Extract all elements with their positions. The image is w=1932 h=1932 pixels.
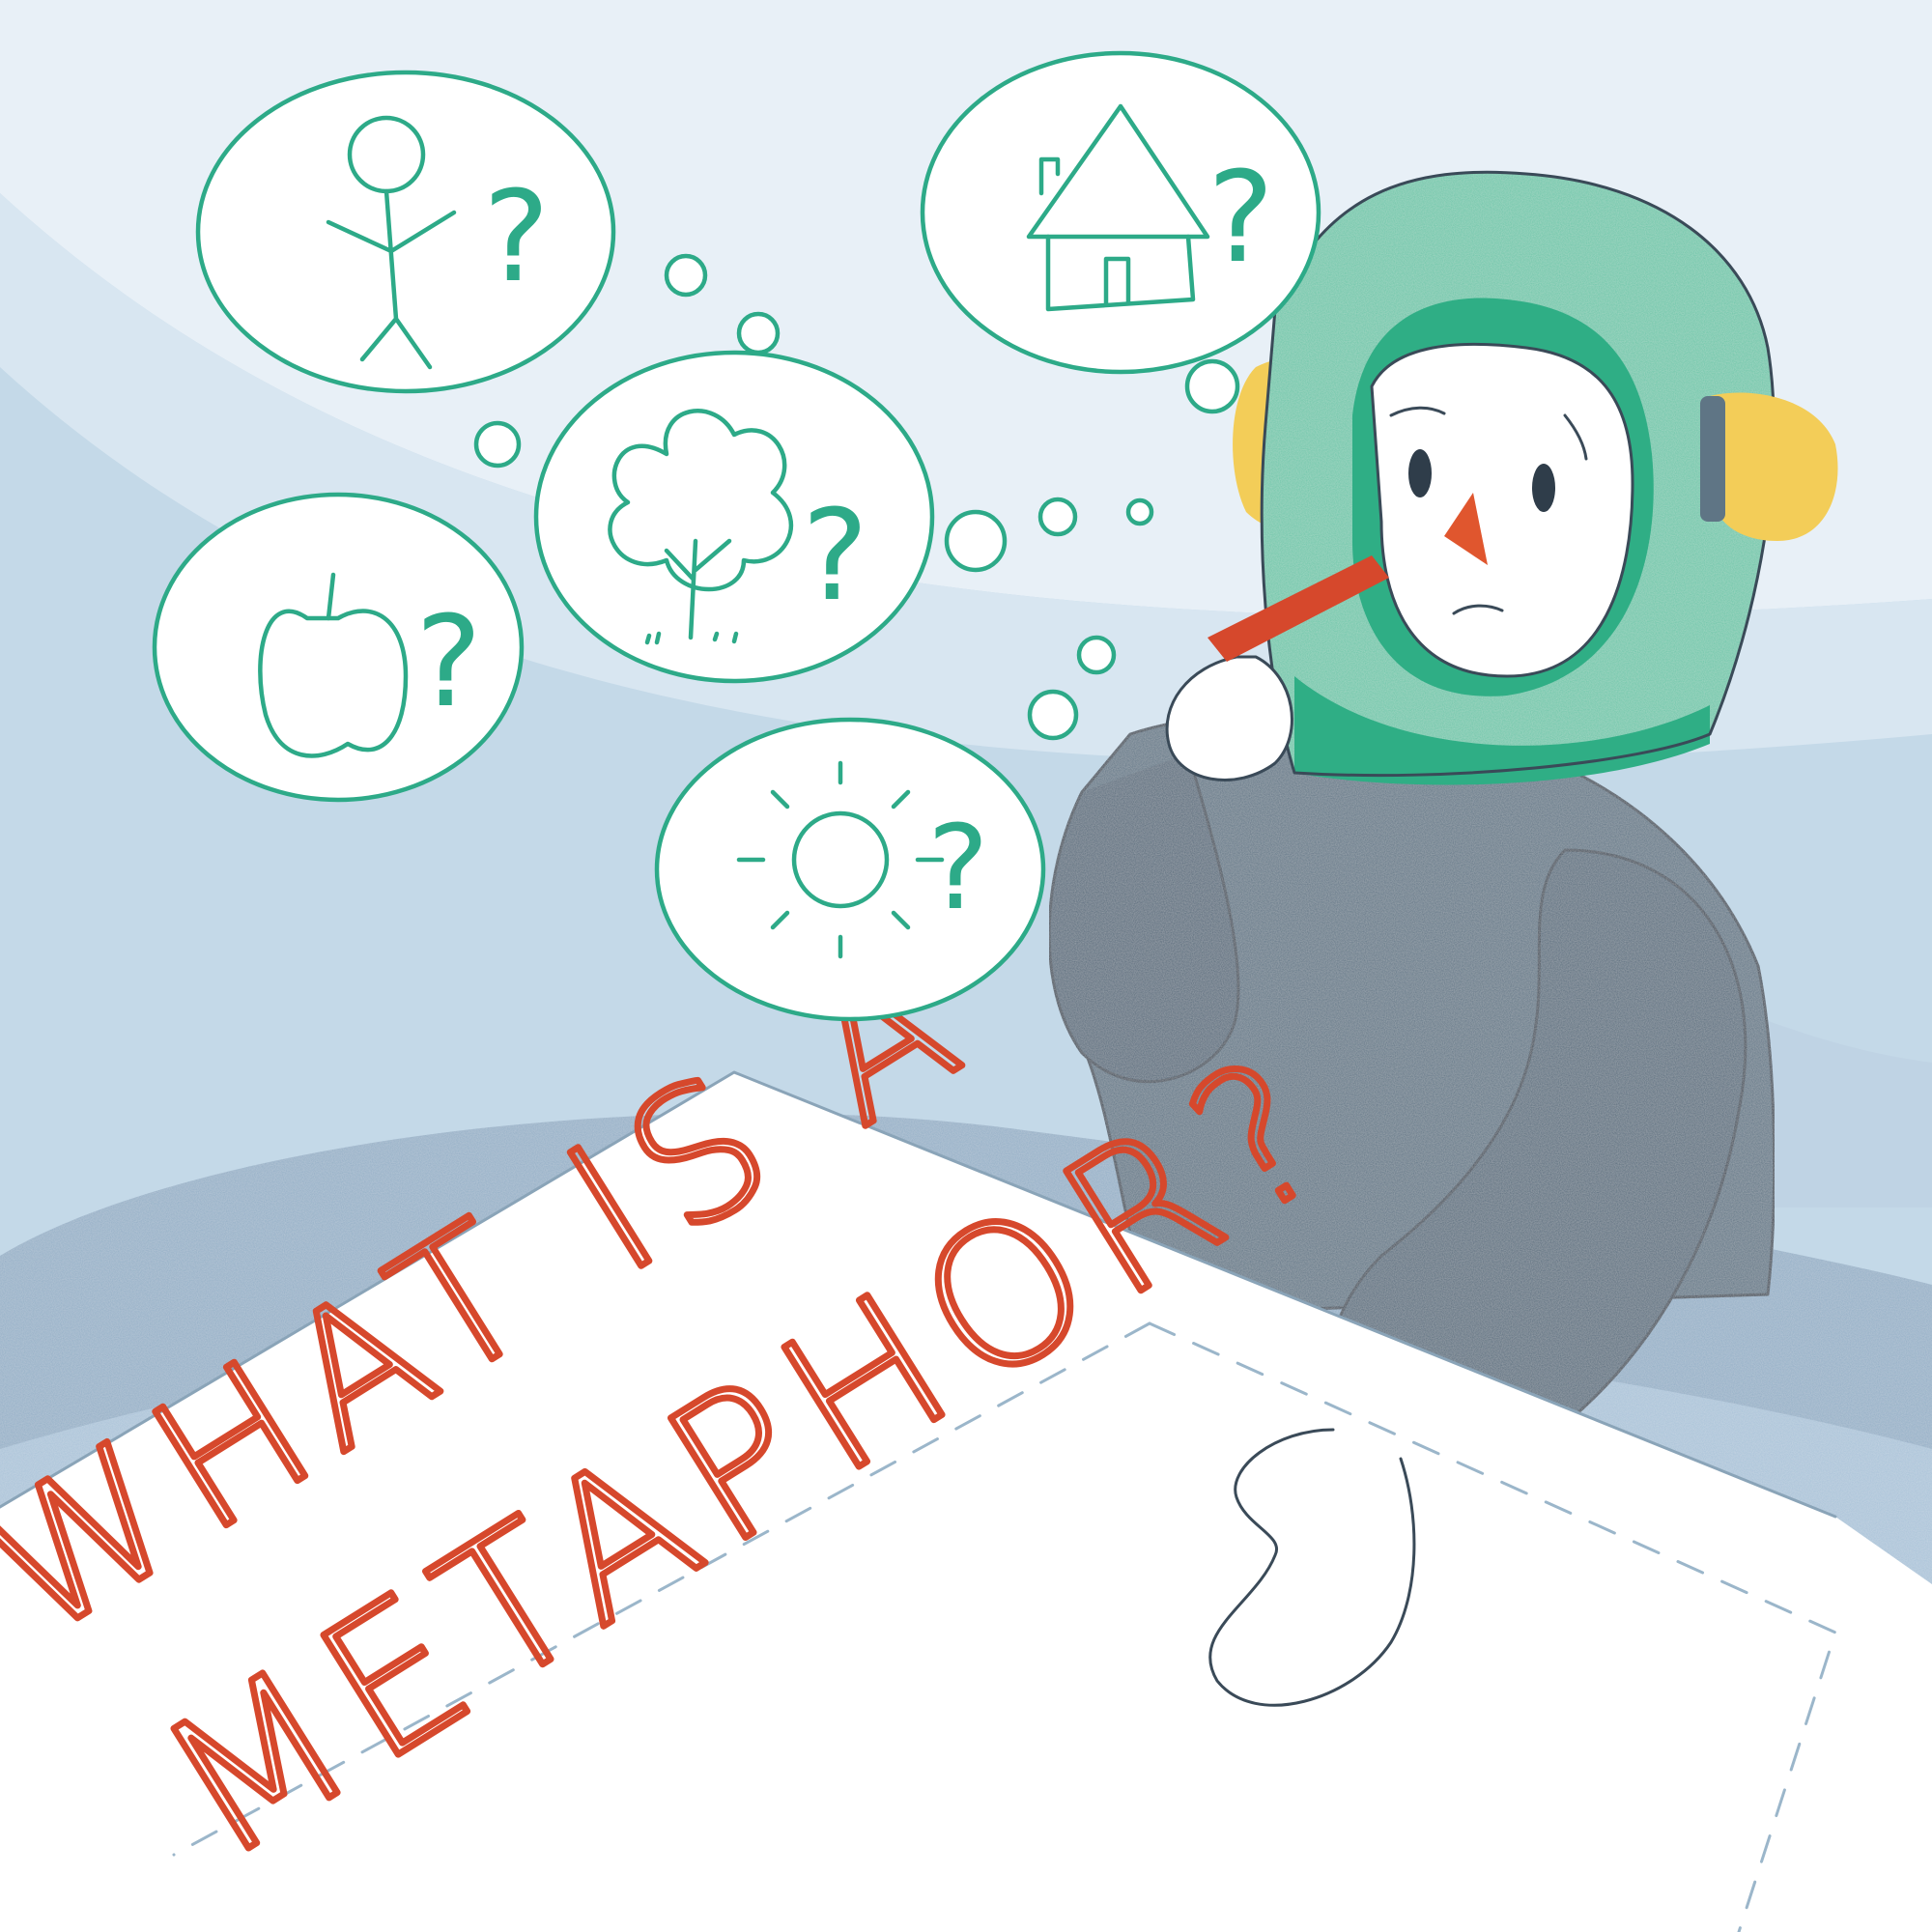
question-mark: ?: [802, 482, 868, 629]
thought-bubble-house: ?: [920, 50, 1321, 375]
face: [1372, 344, 1633, 676]
illustration: WHAT IS A METAPHOR? ? ? ? ? ?: [0, 0, 1932, 1932]
thought-bubble-tree: ?: [533, 350, 935, 684]
small-bubble: [736, 311, 781, 355]
bubble-outline: [195, 70, 616, 394]
small-bubble: [1037, 497, 1078, 537]
thought-bubble-sun: ?: [654, 717, 1046, 1022]
thought-bubble-stick-figure: ?: [195, 70, 616, 394]
small-bubble: [1076, 635, 1117, 675]
small-bubble: [664, 253, 708, 298]
small-bubble: [473, 420, 522, 469]
left-eye: [1408, 449, 1432, 497]
question-mark: ?: [483, 163, 550, 310]
thought-bubble-apple: ?: [152, 492, 525, 803]
small-bubble: [1184, 358, 1240, 414]
question-mark: ?: [415, 588, 482, 735]
earmuff-band: [1700, 396, 1725, 522]
bubble-outline: [533, 350, 935, 684]
small-bubble: [1027, 689, 1079, 741]
small-bubble: [944, 509, 1008, 573]
illustration-canvas: WHAT IS A METAPHOR? ? ? ? ? ?: [0, 0, 1932, 1932]
right-eye: [1532, 464, 1555, 512]
question-mark: ?: [927, 802, 989, 936]
question-mark: ?: [1208, 144, 1274, 291]
small-bubble: [1125, 497, 1154, 526]
